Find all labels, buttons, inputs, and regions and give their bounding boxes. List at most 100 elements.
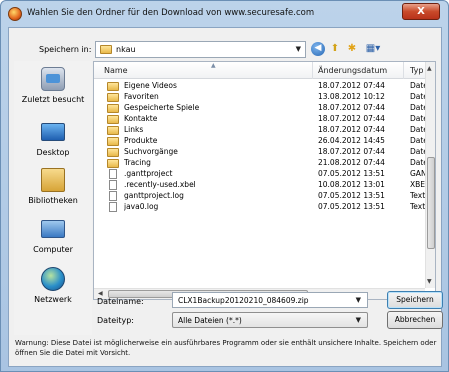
file-date: 13.08.2012 10:12: [318, 92, 385, 101]
file-icon: [109, 202, 117, 212]
file-icon: [109, 191, 117, 201]
column-name[interactable]: Name: [104, 66, 128, 75]
views-menu-icon[interactable]: ▦▾: [363, 42, 383, 56]
filename-value[interactable]: CLX1Backup20120210_084609.zip: [178, 296, 309, 305]
scroll-left-icon[interactable]: ◀: [98, 290, 103, 297]
file-icon: [109, 169, 117, 179]
title-bar[interactable]: Wahlen Sie den Ordner für den Download v…: [1, 1, 448, 27]
place-label: Desktop: [36, 148, 70, 157]
folder-up-icon[interactable]: ⬆: [328, 42, 342, 56]
save-dialog-window: Wahlen Sie den Ordner für den Download v…: [0, 0, 449, 372]
back-arrow-icon[interactable]: ◀: [311, 42, 325, 56]
place-recent[interactable]: Zuletzt besucht: [14, 67, 92, 115]
libraries-icon: [41, 168, 65, 192]
network-icon: [41, 267, 65, 291]
folder-icon: [107, 93, 119, 102]
vertical-scroll-thumb[interactable]: [427, 157, 435, 249]
chevron-down-icon[interactable]: ▼: [356, 296, 361, 304]
file-row[interactable]: Tracing 21.08.2012 07:44 Dateio: [94, 158, 432, 169]
file-name: .ganttproject: [124, 169, 173, 178]
file-row[interactable]: Kontakte 18.07.2012 07:44 Dateio: [94, 114, 432, 125]
file-date: 18.07.2012 07:44: [318, 81, 385, 90]
dialog-body: Speichern in: nkau ▼ ◀ ⬆ ✱ ▦▾ Zuletzt be…: [8, 27, 443, 367]
file-date: 10.08.2012 13:01: [318, 180, 385, 189]
file-name: java0.log: [124, 202, 159, 211]
vertical-scrollbar[interactable]: ▲ ▼: [425, 62, 435, 288]
file-row[interactable]: Favoriten 13.08.2012 10:12 Dateio: [94, 92, 432, 103]
file-date: 26.04.2012 14:45: [318, 136, 385, 145]
scroll-up-icon[interactable]: ▲: [427, 65, 432, 72]
column-type[interactable]: Typ: [410, 66, 423, 75]
sort-up-icon: ▲: [211, 62, 216, 69]
file-name: ganttproject.log: [124, 191, 184, 200]
filename-label: Dateiname:: [97, 297, 144, 306]
lookin-label: Speichern in:: [39, 45, 92, 54]
filetype-select[interactable]: Alle Dateien (*.*) ▼: [172, 312, 368, 328]
filetype-label: Dateityp:: [97, 316, 134, 325]
file-date: 21.08.2012 07:44: [318, 158, 385, 167]
folder-icon: [107, 159, 119, 168]
file-icon: [109, 180, 117, 190]
file-name: Favoriten: [124, 92, 159, 101]
file-date: 18.07.2012 07:44: [318, 114, 385, 123]
folder-icon: [107, 126, 119, 135]
file-date: 07.05.2012 13:51: [318, 191, 385, 200]
file-row[interactable]: Links 18.07.2012 07:44 Dateio: [94, 125, 432, 136]
save-button[interactable]: Speichern: [387, 291, 443, 309]
file-date: 18.07.2012 07:44: [318, 125, 385, 134]
close-button[interactable]: X: [402, 3, 440, 20]
file-date: 07.05.2012 13:51: [318, 202, 385, 211]
place-label: Bibliotheken: [28, 196, 78, 205]
warning-text: Warnung: Diese Datei ist möglicherweise …: [15, 339, 437, 357]
file-row[interactable]: java0.log 07.05.2012 13:51 Textdo: [94, 202, 432, 213]
place-label: Zuletzt besucht: [21, 95, 85, 104]
computer-icon: [41, 220, 65, 238]
chevron-down-icon[interactable]: ▼: [356, 316, 361, 324]
place-label: Netzwerk: [34, 295, 72, 304]
file-date: 18.07.2012 07:44: [318, 103, 385, 112]
firefox-icon: [8, 7, 22, 21]
file-name: Links: [124, 125, 144, 134]
place-computer[interactable]: Computer: [14, 217, 92, 265]
file-row[interactable]: Gespeicherte Spiele 18.07.2012 07:44 Dat…: [94, 103, 432, 114]
file-list[interactable]: Name ▲ Änderungsdatum Typ Eigene Videos …: [93, 61, 436, 300]
place-label: Computer: [33, 245, 73, 254]
file-date: 18.07.2012 07:44: [318, 147, 385, 156]
folder-icon: [107, 82, 119, 91]
column-header: Name ▲ Änderungsdatum Typ: [94, 62, 425, 79]
column-separator[interactable]: [403, 62, 404, 79]
file-name: Tracing: [124, 158, 151, 167]
file-date: 07.05.2012 13:51: [318, 169, 385, 178]
file-row[interactable]: Produkte 26.04.2012 14:45 Dateio: [94, 136, 432, 147]
column-date[interactable]: Änderungsdatum: [318, 66, 387, 75]
folder-icon: [107, 148, 119, 157]
file-name: Kontakte: [124, 114, 158, 123]
file-row[interactable]: .ganttproject 07.05.2012 13:51 GANTT: [94, 169, 432, 180]
cancel-button[interactable]: Abbrechen: [387, 311, 443, 329]
window-title: Wahlen Sie den Ordner für den Download v…: [27, 8, 315, 18]
folder-icon: [107, 137, 119, 146]
new-folder-icon[interactable]: ✱: [345, 42, 359, 56]
place-network[interactable]: Netzwerk: [14, 267, 92, 315]
places-bar: Zuletzt besucht Desktop Bibliotheken Com…: [14, 61, 92, 335]
column-separator[interactable]: [312, 62, 313, 79]
scroll-down-icon[interactable]: ▼: [427, 278, 432, 285]
lookin-value: nkau: [116, 45, 136, 54]
file-name: Gespeicherte Spiele: [124, 103, 200, 112]
folder-icon: [107, 104, 119, 113]
filename-field[interactable]: CLX1Backup20120210_084609.zip ▼: [172, 292, 368, 308]
file-row[interactable]: Eigene Videos 18.07.2012 07:44 Dateio: [94, 81, 432, 92]
place-libraries[interactable]: Bibliotheken: [14, 168, 92, 216]
file-name: Suchvorgänge: [124, 147, 178, 156]
file-name: Eigene Videos: [124, 81, 177, 90]
lookin-dropdown[interactable]: nkau ▼: [95, 41, 306, 58]
file-row[interactable]: Suchvorgänge 18.07.2012 07:44 Dateio: [94, 147, 432, 158]
file-row[interactable]: .recently-used.xbel 10.08.2012 13:01 XBE…: [94, 180, 432, 191]
recent-places-icon: [41, 67, 65, 91]
chevron-down-icon[interactable]: ▼: [296, 45, 301, 53]
file-row[interactable]: ganttproject.log 07.05.2012 13:51 Textdo: [94, 191, 432, 202]
folder-icon: [100, 45, 112, 54]
desktop-icon: [41, 123, 65, 141]
place-desktop[interactable]: Desktop: [14, 120, 92, 168]
filetype-value: Alle Dateien (*.*): [178, 316, 242, 325]
